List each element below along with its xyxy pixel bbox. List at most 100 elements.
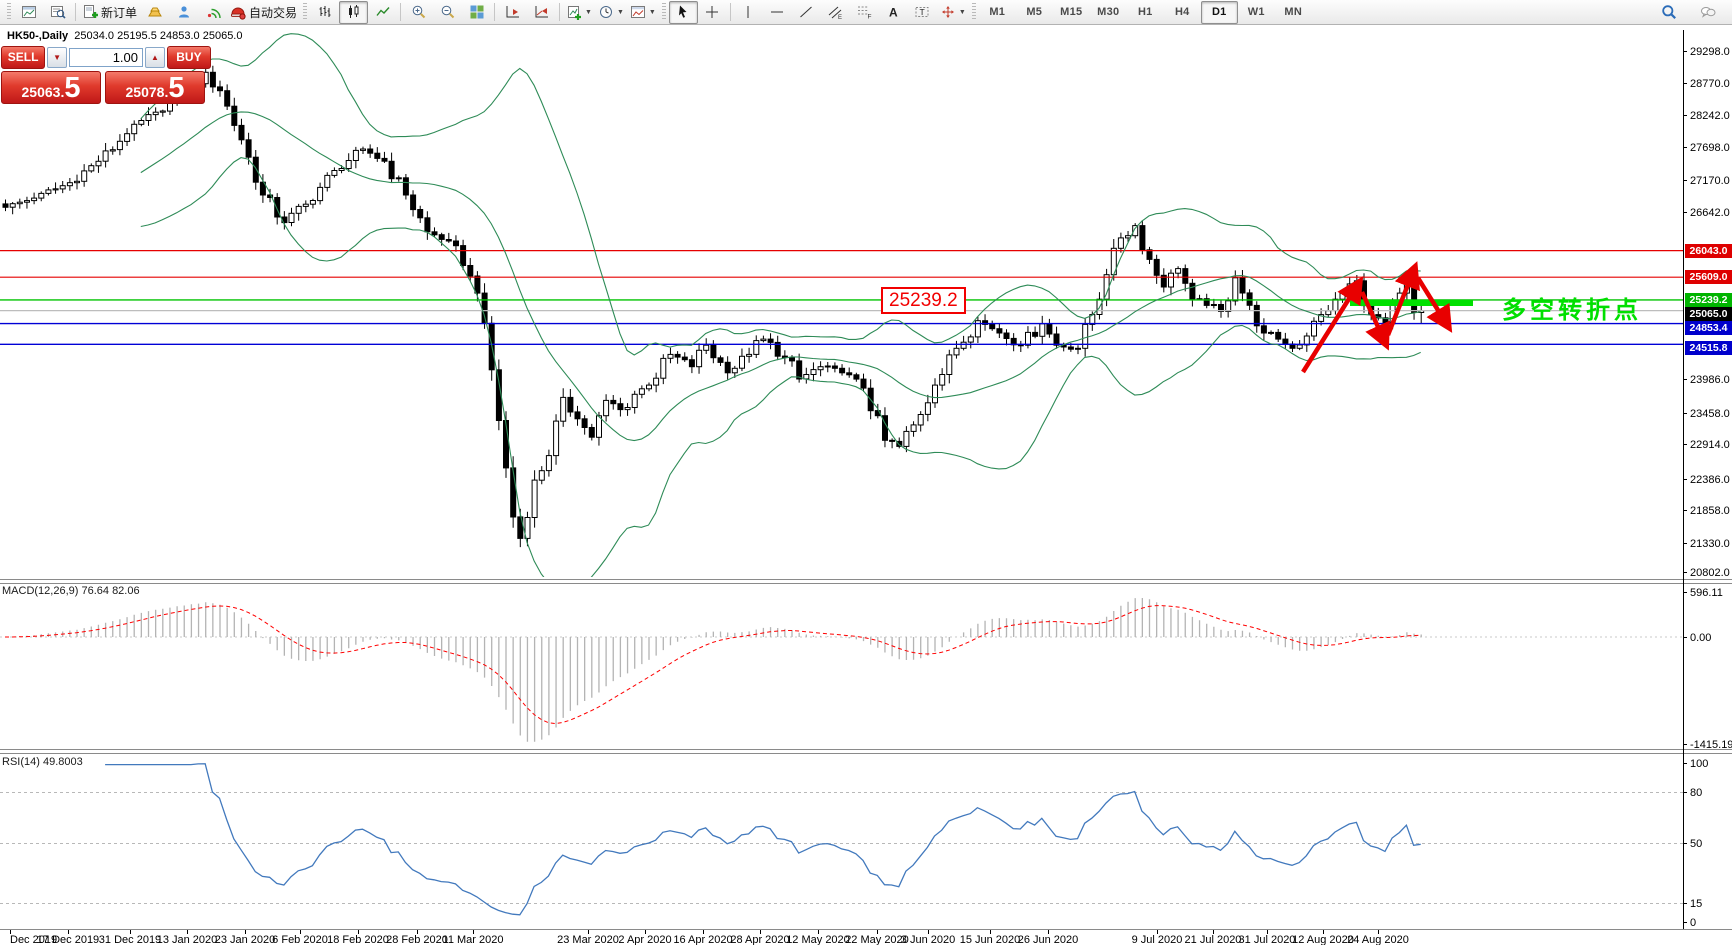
text-button[interactable]: A [879,1,908,24]
sell-price-main: 25063 [21,84,61,100]
vertical-line-button[interactable] [734,1,763,24]
turning-point-annotation[interactable]: 多空转折点 [1502,290,1642,325]
one-click-trading-panel: SELL ▼ ▲ BUY 25063.5 25078.5 [1,46,211,104]
timeframe-m30[interactable]: M30 [1090,1,1127,24]
auto-scroll-button[interactable] [527,1,556,24]
buy-button[interactable]: BUY [166,46,211,69]
search-button[interactable] [1654,1,1683,24]
sell-price-frac: 5 [64,72,81,104]
zoom-in-icon [412,5,425,19]
timeframe-m15[interactable]: M15 [1053,1,1090,24]
periods-button[interactable]: ▼ [595,1,627,24]
svg-text:E: E [838,15,842,20]
community-button[interactable] [169,1,198,24]
buy-price-box[interactable]: 25078. 5 [105,71,205,104]
data-window-button[interactable] [43,1,72,24]
new-chart-icon [568,6,582,20]
fibonacci-button[interactable]: F [850,1,879,24]
fibo-icon: F [858,6,872,20]
chart-window-button[interactable] [14,1,43,24]
date-tick-label: 23 Mar 2020 [557,934,619,945]
sell-price-box[interactable]: 25063. 5 [1,71,101,104]
price-tick-label: 28242.0 [1690,110,1730,122]
volume-down-button[interactable]: ▼ [47,47,67,68]
gold-icon [147,7,162,17]
price-tick-label: 21858.0 [1690,505,1730,517]
date-tick-label: 17 Dec 2019 [37,934,99,945]
price-tick-label: 28770.0 [1690,78,1730,90]
rsi-value: 49.8003 [42,756,83,768]
line-chart-button[interactable] [368,1,397,24]
buy-price-main: 25078 [125,84,165,100]
tile-windows-button[interactable] [462,1,491,24]
chart-shift-button[interactable] [498,1,527,24]
sell-button[interactable]: SELL [1,46,46,69]
buy-price-frac: 5 [168,72,185,104]
price-tick-label: 23986.0 [1690,374,1730,386]
new-order-button[interactable]: 新订单 [79,1,140,24]
toolbar-grip [7,3,11,21]
date-tick-label: 28 Feb 2020 [386,934,448,945]
zoom-out-button[interactable] [433,1,462,24]
timeframe-d1[interactable]: D1 [1200,0,1238,24]
label-button[interactable]: T [908,1,937,24]
trendline-icon [800,6,813,18]
channel-icon: E [829,6,842,20]
date-tick-label: 13 Jan 2020 [157,934,218,945]
volume-up-button[interactable]: ▲ [145,47,165,68]
date-tick-label: 9 Jul 2020 [1132,934,1183,945]
zoom-out-icon [441,5,454,19]
timeframe-h4[interactable]: H4 [1164,1,1201,24]
timeframe-m1[interactable]: M1 [979,1,1016,24]
autoscroll-icon [535,6,548,18]
cursor-icon [679,5,687,18]
chart-symbol: HK50-,Daily [7,30,69,42]
timeframe-w1[interactable]: W1 [1238,1,1275,24]
data-window-icon [50,6,66,19]
horizontal-line-button[interactable] [763,1,792,24]
date-tick-label: 16 Apr 2020 [673,934,732,945]
candle-chart-button[interactable] [339,0,369,24]
timeframe-mn[interactable]: MN [1275,1,1312,24]
toolbar-separator [559,3,561,21]
price-tick-label: 22914.0 [1690,439,1730,451]
date-tick-label: 12 May 2020 [786,934,850,945]
price-level-callout[interactable]: 25239.2 [881,287,966,314]
new-chart-button[interactable]: ▼ [563,1,595,24]
chart-svg[interactable]: 29298.0 28770.0 28242.0 27698.0 27170.0 26642… [0,0,1732,945]
templates-button[interactable]: ▼ [627,1,659,24]
chart-background [0,25,1732,945]
toolbar-separator [494,3,496,21]
bar-chart-button[interactable] [310,1,339,24]
date-tick-label: 23 Jan 2020 [215,934,276,945]
autotrading-button[interactable]: 自动交易 [227,1,300,24]
crosshair-button[interactable] [698,1,727,24]
gold-deposit-button[interactable] [140,1,169,24]
search-icon [1661,5,1676,19]
macd-label: MACD(12,26,9) 76.64 82.06 [2,585,140,597]
autotrading-icon [231,7,246,20]
vline-icon [747,6,749,18]
arrows-button[interactable]: ▼ [937,1,969,24]
label-icon: T [915,7,929,17]
signals-button[interactable] [198,1,227,24]
timeframe-m5[interactable]: M5 [1016,1,1053,24]
rsi-tick-label: 80 [1690,787,1702,799]
price-badge: 25239.2 [1685,293,1732,307]
crosshair-icon [706,6,719,18]
macd-values: 76.64 82.06 [81,585,140,597]
zoom-in-button[interactable] [404,1,433,24]
volume-input[interactable] [69,48,143,67]
channel-button[interactable]: E [821,1,850,24]
toolbar-separator [75,3,76,21]
date-tick-label: 2 Apr 2020 [618,934,671,945]
trendline-button[interactable] [792,1,821,24]
candles-icon [348,5,359,18]
chat-icon [1700,7,1715,18]
chat-button[interactable] [1693,1,1722,24]
date-tick-label: 21 Jul 2020 [1185,934,1242,945]
date-tick-label: 3 Jun 2020 [901,934,955,945]
date-tick-label: 31 Jul 2020 [1239,934,1296,945]
cursor-button[interactable] [668,0,698,24]
timeframe-h1[interactable]: H1 [1127,1,1164,24]
